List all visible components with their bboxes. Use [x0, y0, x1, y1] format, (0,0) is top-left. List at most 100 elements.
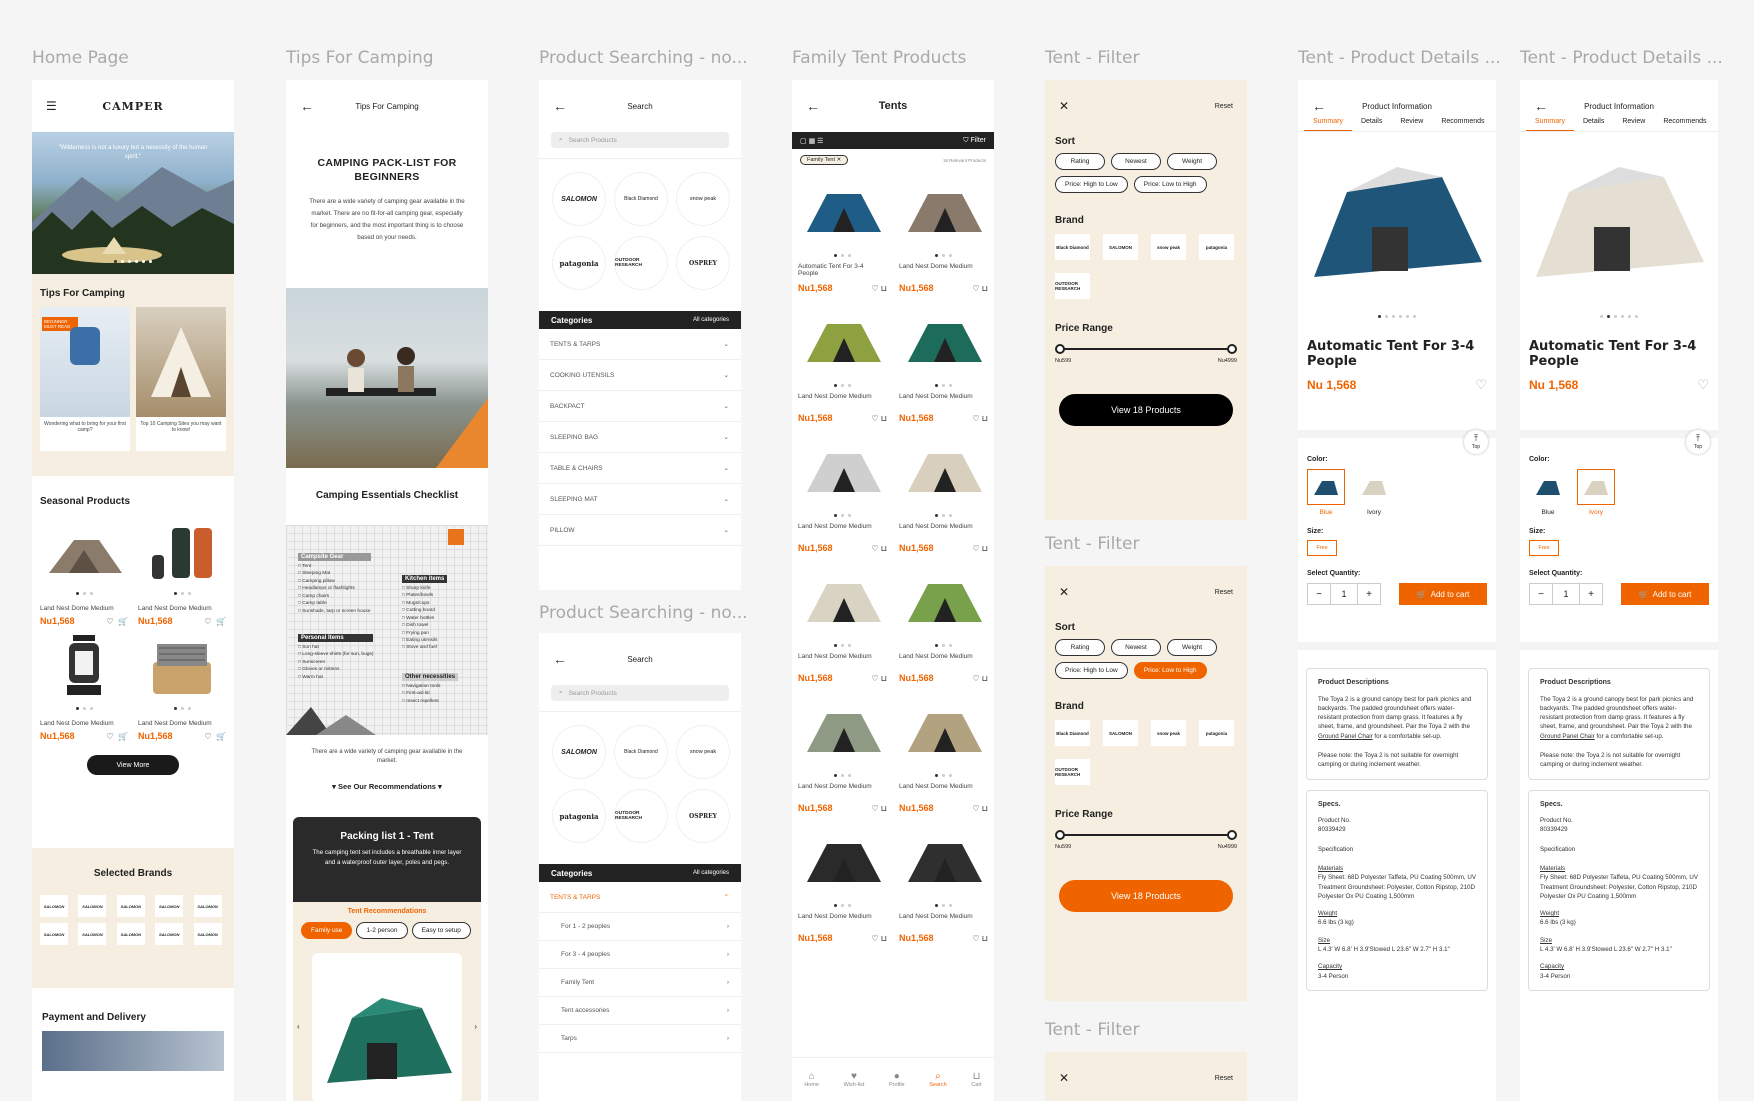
chip-easy-setup[interactable]: Easy to setup	[411, 922, 471, 939]
product-card[interactable]: Land Nest Dome Medium Nu1,568 ♡ ⊔	[899, 821, 988, 943]
brand-salomon[interactable]: SALOMON	[553, 173, 605, 225]
ground-panel-chair-link[interactable]: Ground Panel Chair	[1318, 733, 1373, 740]
brand-osprey[interactable]: OSPREY	[677, 237, 729, 289]
product-card[interactable]: Land Nest Dome Medium Nu1,568 ♡ 🛒	[40, 517, 128, 626]
brand-logo[interactable]: SALOMON	[116, 923, 145, 945]
category-row[interactable]: COOKING UTENSILS ⌄	[539, 360, 741, 391]
brand-logo[interactable]: SALOMON	[40, 923, 68, 945]
checklist-item[interactable]: □ Long-sleeve shirts (for sun, bugs)	[298, 651, 373, 658]
cart-icon[interactable]: ⊔	[982, 544, 988, 553]
cart-icon[interactable]: ⊔	[982, 804, 988, 813]
filter-button[interactable]: ⛉ Filter	[963, 137, 986, 145]
sort-price-high[interactable]: Price: High to Low	[1055, 176, 1128, 193]
cart-icon[interactable]: 🛒	[118, 732, 128, 741]
heart-icon[interactable]: ♡	[204, 732, 211, 741]
cart-icon[interactable]: ⊔	[881, 934, 887, 943]
heart-icon[interactable]: ♡	[871, 414, 878, 423]
product-card[interactable]: Land Nest Dome Medium Nu1,568 ♡ ⊔	[899, 561, 988, 683]
cart-icon[interactable]: 🛒	[216, 732, 226, 741]
brand-patagonia[interactable]: patagonia	[1199, 720, 1234, 746]
product-card[interactable]: Land Nest Dome Medium Nu1,568 ♡ ⊔	[798, 821, 887, 943]
brand-salomon[interactable]: SALOMON	[1103, 720, 1138, 746]
brand-salomon[interactable]: SALOMON	[553, 726, 605, 778]
category-row[interactable]: BACKPACT ⌄	[539, 391, 741, 422]
plus-button[interactable]: +	[1580, 589, 1602, 600]
price-slider[interactable]	[1055, 830, 1237, 840]
heart-icon[interactable]: ♡	[972, 934, 979, 943]
quantity-stepper[interactable]: − 1 +	[1307, 583, 1381, 605]
brand-outdoor-research[interactable]: OUTDOOR RESEARCH	[615, 790, 667, 842]
all-categories-link[interactable]: All categories	[693, 317, 729, 323]
checklist-item[interactable]: □ Camp chairs	[298, 593, 371, 600]
sort-rating[interactable]: Rating	[1055, 639, 1105, 656]
size-free-option[interactable]: Free	[1307, 540, 1337, 556]
brand-logo[interactable]: SALOMON	[155, 923, 184, 945]
price-slider[interactable]	[1055, 344, 1237, 354]
reset-button[interactable]: Reset	[1215, 103, 1233, 110]
nav-search[interactable]: ⌕ Search	[929, 1071, 946, 1088]
subcategory-row[interactable]: Tarps ›	[539, 1025, 741, 1053]
heart-icon[interactable]: ♡	[106, 617, 113, 626]
brand-snow-peak[interactable]: snow peak	[677, 726, 729, 778]
view-single-icon[interactable]: ▢	[800, 138, 807, 145]
checklist-item[interactable]: □ Mugs/cups	[402, 600, 447, 607]
close-icon[interactable]: ✕	[1059, 1071, 1069, 1085]
sort-price-low[interactable]: Price: Low to High	[1133, 662, 1207, 679]
heart-icon[interactable]: ♡	[1697, 377, 1709, 393]
plus-button[interactable]: +	[1358, 589, 1380, 600]
checklist-item[interactable]: □ Camping pillow	[298, 578, 371, 585]
brand-patagonia[interactable]: patagonia	[553, 237, 605, 289]
tip-card-1[interactable]: BEGINNER MUST READ Wondering what to bri…	[40, 307, 130, 451]
checklist-item[interactable]: □ Sharp knife	[402, 585, 447, 592]
sort-rating[interactable]: Rating	[1055, 153, 1105, 170]
heart-icon[interactable]: ♡	[972, 414, 979, 423]
search-input[interactable]: ⌕ Search Products	[551, 132, 729, 148]
product-card[interactable]: Land Nest Dome Medium Nu1,568 ♡ ⊔	[798, 561, 887, 683]
minus-button[interactable]: −	[1530, 589, 1552, 600]
checklist-item[interactable]: □ Sleeping Mat	[298, 570, 371, 577]
cart-icon[interactable]: ⊔	[982, 674, 988, 683]
chip-family-use[interactable]: Family use	[301, 922, 353, 939]
checklist-item[interactable]: □ Frying pan	[402, 630, 447, 637]
heart-icon[interactable]: ♡	[106, 732, 113, 741]
sort-price-high[interactable]: Price: High to Low	[1055, 662, 1128, 679]
checklist-item[interactable]: □ Tent	[298, 563, 371, 570]
close-icon[interactable]: ✕	[837, 157, 842, 163]
heart-icon[interactable]: ♡	[204, 617, 211, 626]
reset-button[interactable]: Reset	[1215, 1075, 1233, 1082]
brand-logo[interactable]: SALOMON	[193, 895, 222, 917]
category-row[interactable]: PILLOW ⌄	[539, 515, 741, 546]
slider-max-handle[interactable]	[1227, 344, 1237, 354]
category-row[interactable]: TENTS & TARPS ⌄	[539, 329, 741, 360]
slider-min-handle[interactable]	[1055, 830, 1065, 840]
checklist-item[interactable]: □ Water bottles	[402, 615, 447, 622]
back-to-top-button[interactable]: ⤒ Top	[1686, 430, 1710, 454]
cart-icon[interactable]: 🛒	[216, 617, 226, 626]
heart-icon[interactable]: ♡	[871, 934, 878, 943]
view-grid-icon[interactable]: ▦	[809, 138, 816, 145]
sort-newest[interactable]: Newest	[1111, 153, 1161, 170]
brand-outdoor-research[interactable]: OUTDOOR RESEARCH	[615, 237, 667, 289]
brand-black-diamond[interactable]: Black Diamond	[1055, 234, 1090, 260]
checklist-item[interactable]: □ Sunshade, tarp or screen house	[298, 608, 371, 615]
back-to-top-button[interactable]: ⤒ Top	[1464, 430, 1488, 454]
product-card[interactable]: Land Nest Dome Medium Nu1,568 ♡ ⊔	[899, 691, 988, 813]
cart-icon[interactable]: ⊔	[881, 544, 887, 553]
brand-logo[interactable]: SALOMON	[40, 895, 68, 917]
checklist-item[interactable]: □ Navigation tools	[402, 683, 458, 690]
heart-icon[interactable]: ♡	[871, 284, 878, 293]
heart-icon[interactable]: ♡	[871, 804, 878, 813]
cart-icon[interactable]: ⊔	[881, 414, 887, 423]
brand-logo[interactable]: SALOMON	[78, 923, 107, 945]
view-products-button[interactable]: View 18 Products	[1059, 394, 1233, 426]
product-card[interactable]: Land Nest Dome Medium Nu1,568 ♡ ⊔	[899, 171, 988, 293]
subcategory-row[interactable]: Family Tent ›	[539, 969, 741, 997]
slider-min-handle[interactable]	[1055, 344, 1065, 354]
category-row[interactable]: SLEEPING BAG ⌄	[539, 422, 741, 453]
cart-icon[interactable]: ⊔	[881, 674, 887, 683]
brand-logo[interactable]: SALOMON	[193, 923, 222, 945]
product-card[interactable]: Land Nest Dome Medium Nu1,568 ♡ 🛒	[40, 632, 128, 741]
heart-icon[interactable]: ♡	[871, 544, 878, 553]
add-to-cart-button[interactable]: 🛒 Add to cart	[1399, 583, 1487, 605]
checklist-item[interactable]: □ Eating utensils	[402, 637, 447, 644]
